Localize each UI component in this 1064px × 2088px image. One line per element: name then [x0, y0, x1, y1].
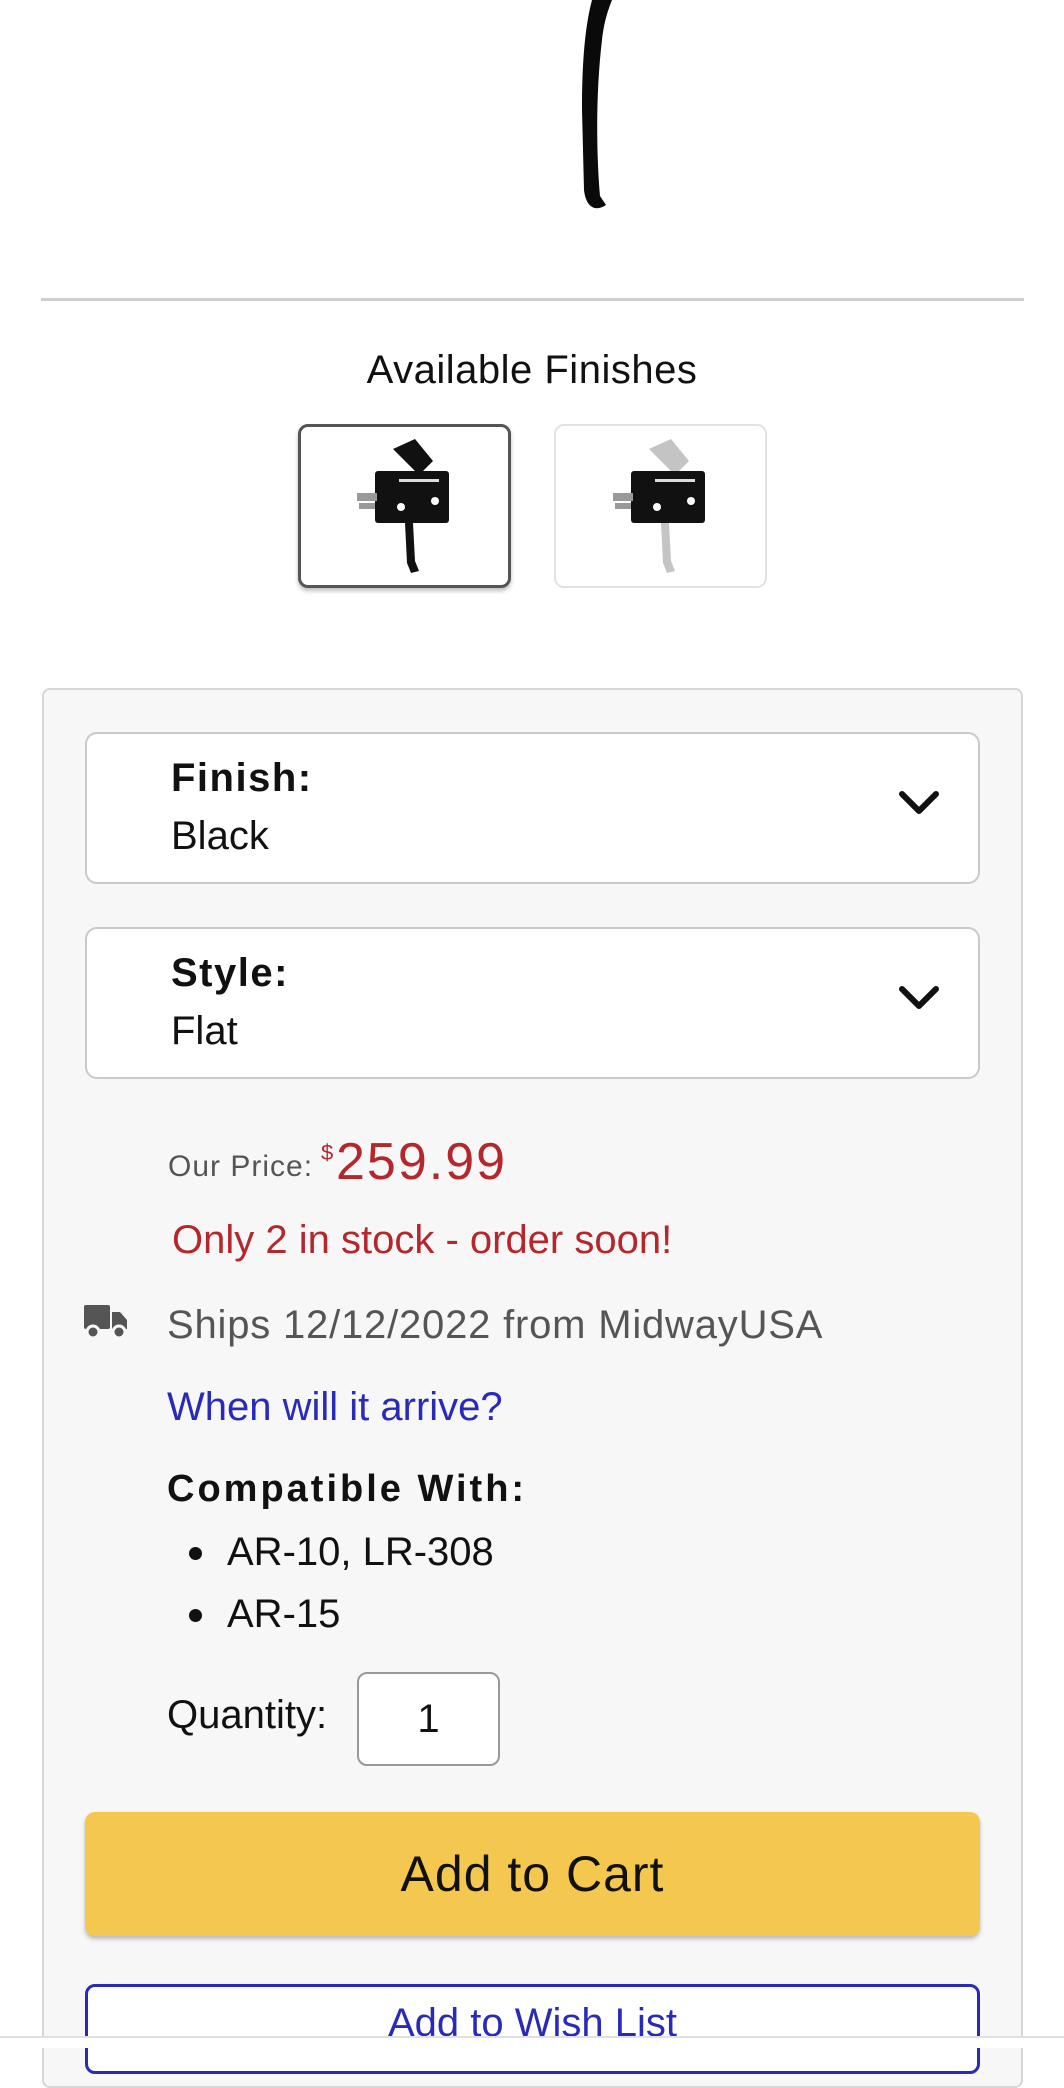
price-currency-symbol: $: [321, 1140, 334, 1165]
quantity-label: Quantity:: [167, 1693, 328, 1737]
trigger-image: [582, 0, 612, 209]
shipping-info: Ships 12/12/2022 from MidwayUSA: [167, 1303, 824, 1347]
chevron-down-icon: [899, 791, 939, 814]
finish-select-label: Finish:: [171, 756, 313, 800]
stock-warning: Only 2 in stock - order soon!: [172, 1218, 673, 1262]
compatibility-item: AR-15: [227, 1592, 341, 1636]
price-label: Our Price:: [168, 1150, 314, 1183]
finish-swatch-silver[interactable]: [554, 424, 767, 588]
quantity-input[interactable]: [357, 1672, 500, 1766]
finish-swatch-black[interactable]: [298, 424, 511, 588]
trigger-thumbnail-silver: [612, 439, 705, 573]
style-select[interactable]: Style: Flat: [85, 927, 980, 1079]
add-to-cart-button[interactable]: Add to Cart: [85, 1812, 980, 1936]
add-to-wish-list-button[interactable]: Add to Wish List: [85, 1984, 980, 2074]
price-amount: 259.99: [336, 1133, 508, 1191]
arrival-estimate-link[interactable]: When will it arrive?: [167, 1385, 503, 1430]
chevron-down-icon: [899, 986, 939, 1009]
finish-select-value: Black: [171, 814, 269, 858]
list-item: AR-10, LR-308: [167, 1528, 494, 1590]
style-select-label: Style:: [171, 951, 289, 995]
bottom-edge: [0, 2036, 1064, 2048]
product-hero-image: [0, 0, 1064, 300]
available-finishes-title: Available Finishes: [366, 348, 698, 392]
truck-icon: [84, 1305, 127, 1339]
list-item: AR-15: [167, 1590, 494, 1652]
trigger-thumbnail-black: [356, 439, 449, 573]
compatibility-item: AR-10, LR-308: [227, 1530, 494, 1574]
bullet-icon: [189, 1547, 202, 1560]
style-select-value: Flat: [171, 1009, 238, 1053]
compatible-with-title: Compatible With:: [167, 1468, 528, 1510]
bullet-icon: [189, 1609, 202, 1622]
section-divider: [41, 298, 1024, 301]
finish-select[interactable]: Finish: Black: [85, 732, 980, 884]
compatibility-list: AR-10, LR-308 AR-15: [167, 1528, 494, 1652]
